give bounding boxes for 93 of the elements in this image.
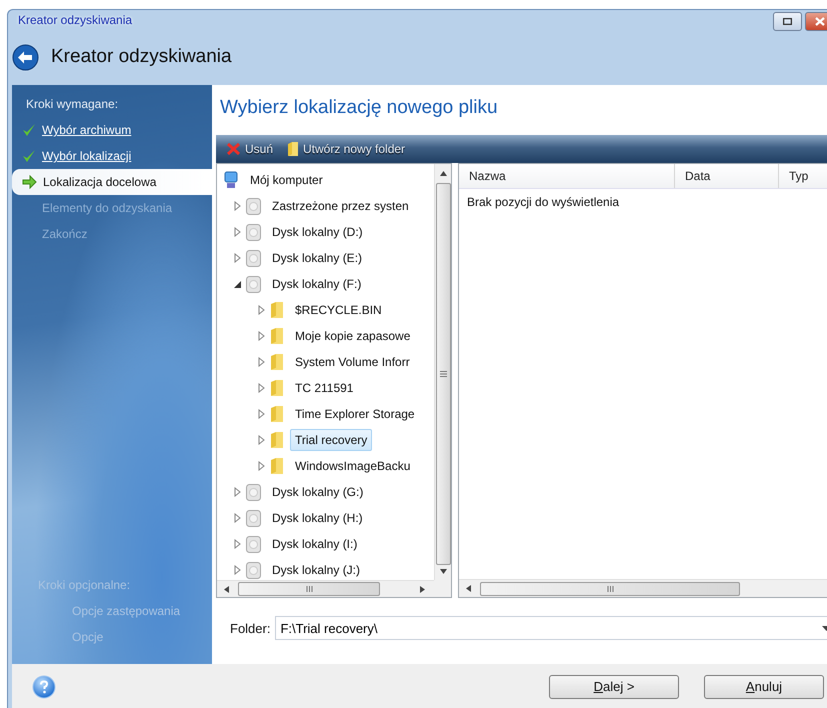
tree-item[interactable]: WindowsImageBacku bbox=[290, 455, 416, 477]
step-link[interactable]: Wybór lokalizacji bbox=[42, 149, 132, 163]
drive-icon bbox=[246, 198, 261, 214]
tree-item[interactable]: Trial recovery bbox=[290, 429, 372, 451]
wizard-heading: Kreator odzyskiwania bbox=[51, 46, 232, 68]
folder-icon bbox=[270, 327, 284, 345]
step-link[interactable]: Wybór archiwum bbox=[42, 123, 132, 137]
folder-icon bbox=[270, 457, 284, 475]
expand-triangle-icon[interactable] bbox=[233, 253, 242, 263]
step-label: Elementy do odzyskania bbox=[42, 201, 172, 215]
expand-triangle-icon[interactable] bbox=[233, 513, 242, 523]
expand-triangle-icon[interactable] bbox=[257, 435, 266, 445]
folder-icon bbox=[270, 431, 284, 449]
expand-triangle-icon[interactable] bbox=[257, 305, 266, 315]
column-header[interactable]: Nazwa bbox=[459, 164, 675, 188]
horizontal-scrollbar[interactable] bbox=[459, 579, 827, 597]
scroll-up-icon[interactable] bbox=[440, 170, 446, 177]
drive-icon bbox=[246, 250, 261, 266]
expand-triangle-icon[interactable] bbox=[233, 539, 242, 549]
scrollbar-thumb[interactable] bbox=[436, 183, 450, 565]
grip-icon bbox=[606, 586, 614, 592]
computer-icon bbox=[223, 171, 239, 189]
expand-triangle-icon[interactable] bbox=[233, 227, 242, 237]
cancel-button[interactable]: Anuluj bbox=[704, 674, 824, 698]
horizontal-scrollbar[interactable] bbox=[217, 580, 434, 597]
next-button[interactable]: Dalej > bbox=[549, 674, 679, 698]
folder-icon bbox=[270, 353, 284, 371]
help-button[interactable] bbox=[32, 674, 56, 698]
collapse-triangle-icon[interactable] bbox=[233, 279, 242, 289]
drive-icon bbox=[246, 224, 261, 240]
tree-item[interactable]: Dysk lokalny (G:) bbox=[267, 481, 368, 503]
drive-icon bbox=[246, 276, 261, 292]
empty-message: Brak pozycji do wyświetlenia bbox=[466, 194, 620, 211]
tree-item[interactable]: TC 211591 bbox=[290, 377, 358, 399]
drive-icon bbox=[246, 562, 261, 578]
folder-icon bbox=[270, 405, 284, 423]
section-title: Kroki wymagane: bbox=[25, 96, 120, 111]
delete-button[interactable]: Usuń bbox=[226, 142, 274, 156]
close-button[interactable] bbox=[805, 12, 827, 31]
tree-item[interactable]: Dysk lokalny (D:) bbox=[267, 221, 368, 243]
expand-triangle-icon[interactable] bbox=[257, 357, 266, 367]
drive-icon bbox=[246, 510, 261, 526]
tree-item[interactable]: Dysk lokalny (E:) bbox=[267, 247, 368, 269]
folder-icon bbox=[270, 301, 284, 319]
new-folder-button[interactable]: Utwórz nowy folder bbox=[287, 141, 406, 157]
step-label: Lokalizacja docelowa bbox=[43, 175, 156, 189]
scroll-down-icon[interactable] bbox=[440, 568, 446, 575]
step-label: Opcje bbox=[72, 630, 104, 644]
scroll-left-icon[interactable] bbox=[465, 585, 472, 592]
vertical-scrollbar[interactable] bbox=[434, 164, 451, 580]
window-title: Kreator odzyskiwania bbox=[18, 12, 132, 26]
folder-icon bbox=[270, 379, 284, 397]
expand-triangle-icon[interactable] bbox=[257, 383, 266, 393]
step-label: Zakończ bbox=[42, 227, 88, 241]
scroll-left-icon[interactable] bbox=[223, 586, 230, 592]
close-icon bbox=[814, 17, 824, 26]
check-icon bbox=[22, 149, 36, 163]
scrollbar-thumb[interactable] bbox=[480, 582, 740, 596]
tree-item[interactable]: Mój komputer bbox=[245, 169, 328, 191]
folder-icon bbox=[287, 141, 300, 157]
check-icon bbox=[22, 123, 36, 137]
column-header[interactable]: Data bbox=[675, 164, 779, 188]
expand-triangle-icon[interactable] bbox=[233, 201, 242, 211]
expand-triangle-icon[interactable] bbox=[233, 565, 242, 575]
step-label: Opcje zastępowania bbox=[72, 604, 180, 618]
expand-triangle-icon[interactable] bbox=[257, 461, 266, 471]
expand-triangle-icon[interactable] bbox=[257, 331, 266, 341]
scrollbar-thumb[interactable] bbox=[238, 582, 380, 596]
drive-icon bbox=[246, 484, 261, 500]
expand-triangle-icon[interactable] bbox=[233, 487, 242, 497]
grip-icon bbox=[306, 586, 312, 592]
field-label: Folder: bbox=[230, 620, 270, 636]
page-title: Wybierz lokalizację nowego pliku bbox=[219, 96, 499, 120]
tree-item[interactable]: Dysk lokalny (F:) bbox=[267, 273, 366, 295]
restore-button[interactable] bbox=[773, 12, 802, 31]
grip-icon bbox=[440, 371, 446, 377]
folder-path-field[interactable]: F:\Trial recovery\ bbox=[275, 616, 827, 640]
tree-item[interactable]: Time Explorer Storage bbox=[290, 403, 420, 425]
tree-item[interactable]: Moje kopie zapasowe bbox=[290, 325, 416, 347]
tree-item[interactable]: System Volume Inforr bbox=[290, 351, 415, 373]
arrow-right-icon bbox=[22, 175, 37, 189]
drive-icon bbox=[246, 536, 261, 552]
scroll-right-icon[interactable] bbox=[419, 586, 426, 592]
tree-item[interactable]: Dysk lokalny (I:) bbox=[267, 533, 362, 555]
close-icon bbox=[226, 142, 241, 156]
tree-item[interactable]: Zastrzeżone przez systen bbox=[267, 195, 414, 217]
back-button[interactable] bbox=[12, 44, 39, 70]
expand-triangle-icon[interactable] bbox=[257, 409, 266, 419]
section-title: Kroki opcjonalne: bbox=[37, 578, 132, 592]
restore-icon bbox=[783, 18, 792, 25]
tree-item[interactable]: Dysk lokalny (H:) bbox=[267, 507, 368, 529]
tree-item[interactable]: $RECYCLE.BIN bbox=[290, 299, 387, 321]
tree-item[interactable]: Dysk lokalny (J:) bbox=[267, 559, 366, 580]
